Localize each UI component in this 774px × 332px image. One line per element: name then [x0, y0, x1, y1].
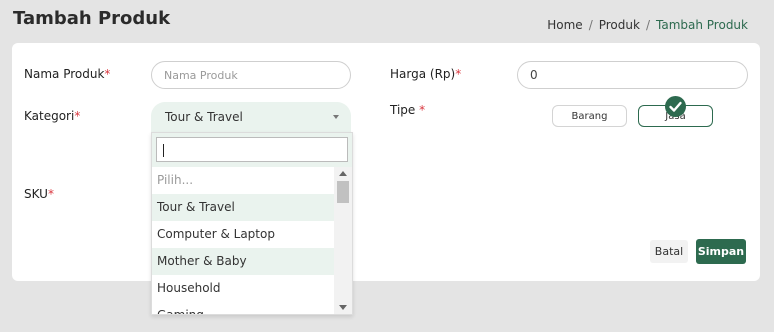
- breadcrumb-separator: /: [645, 18, 650, 32]
- kategori-dropdown: Pilih... Tour & Travel Computer & Laptop…: [151, 132, 353, 315]
- breadcrumb-separator: /: [588, 18, 593, 32]
- dropdown-option[interactable]: Household: [152, 275, 334, 302]
- dropdown-option[interactable]: Gaming: [152, 302, 334, 314]
- tipe-option-barang[interactable]: Barang: [552, 105, 627, 127]
- dropdown-option-list: Pilih... Tour & Travel Computer & Laptop…: [152, 167, 334, 314]
- dropdown-option[interactable]: Mother & Baby: [152, 248, 334, 275]
- dropdown-search-wrap: [152, 133, 352, 167]
- harga-label: Harga (Rp)*: [390, 67, 462, 81]
- scroll-up-icon[interactable]: [339, 171, 347, 176]
- check-circle-icon: [665, 96, 686, 117]
- dropdown-option[interactable]: Tour & Travel: [152, 194, 334, 221]
- kategori-select[interactable]: Tour & Travel: [151, 102, 351, 132]
- save-button[interactable]: Simpan: [696, 239, 746, 264]
- breadcrumb: Home / Produk / Tambah Produk: [547, 18, 748, 32]
- text-cursor: [163, 144, 164, 157]
- breadcrumb-home[interactable]: Home: [547, 18, 582, 32]
- dropdown-scrollbar[interactable]: [334, 167, 352, 314]
- cancel-button[interactable]: Batal: [650, 240, 688, 263]
- caret-icon: [333, 115, 339, 119]
- scroll-thumb[interactable]: [337, 181, 349, 203]
- nama-produk-input[interactable]: Nama Produk: [151, 61, 351, 89]
- page-title: Tambah Produk: [13, 8, 171, 29]
- breadcrumb-produk[interactable]: Produk: [599, 18, 640, 32]
- dropdown-option[interactable]: Computer & Laptop: [152, 221, 334, 248]
- breadcrumb-current: Tambah Produk: [656, 18, 748, 32]
- nama-produk-label: Nama Produk*: [24, 67, 111, 81]
- dropdown-option[interactable]: Pilih...: [152, 167, 334, 194]
- kategori-label: Kategori*: [24, 109, 81, 123]
- scroll-down-icon[interactable]: [339, 305, 347, 310]
- tipe-label: Tipe *: [390, 103, 426, 117]
- kategori-selected-value: Tour & Travel: [165, 110, 243, 124]
- harga-input[interactable]: 0: [517, 61, 748, 89]
- sku-label: SKU*: [24, 187, 54, 201]
- dropdown-search-input[interactable]: [156, 137, 348, 162]
